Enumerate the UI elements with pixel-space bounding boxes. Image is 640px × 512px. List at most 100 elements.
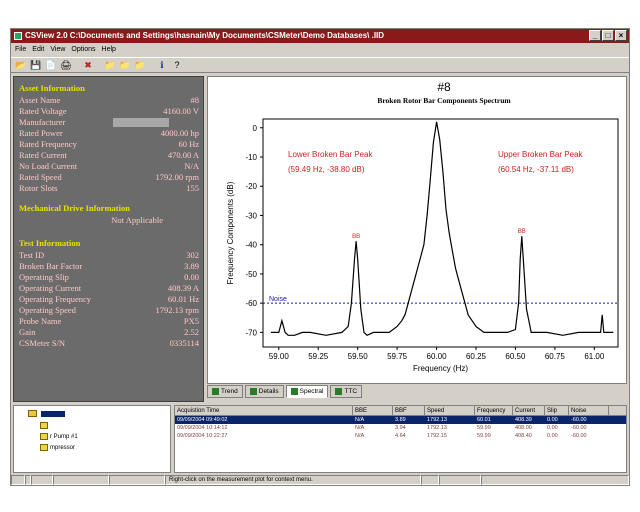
test-row: Broken Bar Factor 3.89 bbox=[14, 261, 203, 272]
help-icon[interactable]: ? bbox=[171, 59, 183, 71]
x-tick-label: 60.75 bbox=[545, 352, 566, 361]
tree-item[interactable] bbox=[40, 422, 50, 429]
asset-value: 1792.00 rpm bbox=[155, 172, 199, 182]
table-row[interactable]: 09/09/2004 10:14:12 N/A 3.94 1792.13 59.99 40… bbox=[175, 424, 626, 432]
x-tick-label: 59.00 bbox=[269, 352, 290, 361]
folder-purple-icon[interactable]: 📁 bbox=[119, 59, 131, 71]
x-tick-label: 59.50 bbox=[348, 352, 369, 361]
test-value: 408.39 A bbox=[167, 283, 199, 293]
asset-label: Rated Speed bbox=[19, 172, 62, 182]
asset-row: Rated Power 4000.00 hp bbox=[14, 128, 203, 139]
table-cell: 59.99 bbox=[477, 433, 491, 439]
test-value: 3.89 bbox=[184, 261, 199, 271]
tree-item[interactable]: mpressor bbox=[40, 444, 75, 451]
table-cell: 4.64 bbox=[395, 433, 406, 439]
spectrum-plot[interactable]: #8 Broken Rotor Bar Components Spectrum 0 -… bbox=[207, 76, 627, 384]
minimize-button[interactable]: _ bbox=[589, 30, 601, 41]
table-header: Acquistion Time BBE BBF Speed Frequency … bbox=[175, 406, 626, 416]
table-cell: 09/09/2004 10:14:12 bbox=[177, 425, 228, 431]
col-acquisition-time[interactable]: Acquistion Time bbox=[175, 406, 353, 415]
peak-annotation-label: Lower Broken Bar Peak bbox=[288, 150, 373, 159]
window-title: CSView 2.0 C:\Documents and Settings\has… bbox=[25, 31, 385, 40]
manufacturer-value-box bbox=[113, 118, 169, 127]
table-cell: 0.00 bbox=[547, 425, 558, 431]
y-tick-label: -10 bbox=[245, 153, 257, 162]
asset-row: Rated Voltage 4160.00 V bbox=[14, 106, 203, 117]
x-tick-label: 60.00 bbox=[427, 352, 448, 361]
test-row: Operating Frequency 60.01 Hz bbox=[14, 294, 203, 305]
x-tick-label: 60.25 bbox=[466, 352, 487, 361]
spectrum-chart[interactable]: #8 Broken Rotor Bar Components Spectrum 0 -… bbox=[208, 77, 628, 385]
noise-label: Noise bbox=[269, 296, 287, 303]
info-icon[interactable]: ℹ bbox=[156, 59, 168, 71]
col-bbe[interactable]: BBE bbox=[353, 406, 393, 415]
test-label: Gain bbox=[19, 327, 36, 337]
y-tick-label: -30 bbox=[245, 211, 257, 220]
col-slip[interactable]: Slip bbox=[545, 406, 569, 415]
spectral-icon bbox=[290, 388, 298, 395]
col-frequency[interactable]: Frequency bbox=[475, 406, 513, 415]
col-noise[interactable]: Noise bbox=[569, 406, 609, 415]
menu-help[interactable]: Help bbox=[102, 44, 116, 56]
asset-label: Rated Frequency bbox=[19, 139, 77, 149]
table-cell: 408.40 bbox=[515, 433, 532, 439]
tab-spectral[interactable]: Spectral bbox=[285, 385, 329, 398]
tree-root[interactable] bbox=[28, 410, 65, 417]
menu-file[interactable]: File bbox=[15, 44, 26, 56]
delete-icon[interactable]: ✖ bbox=[82, 59, 94, 71]
tree-item[interactable]: r Pump #1 bbox=[40, 433, 78, 440]
table-cell: 0.00 bbox=[547, 417, 558, 423]
test-row: Gain 2.52 bbox=[14, 327, 203, 338]
col-speed[interactable]: Speed bbox=[425, 406, 475, 415]
col-current[interactable]: Current bbox=[513, 406, 545, 415]
tab-details[interactable]: Details bbox=[244, 385, 284, 398]
table-row[interactable]: 09/09/2004 09:49:02 N/A 3.89 1792.13 60.01 40… bbox=[175, 416, 626, 424]
motor-icon bbox=[40, 444, 48, 451]
peak-annotation-detail: (59.49 Hz, -38.80 dB) bbox=[288, 165, 365, 174]
asset-value: N/A bbox=[184, 161, 199, 171]
test-row: Operating Slip 0.00 bbox=[14, 272, 203, 283]
info-panel: Asset Information Asset Name #8 Rated Volt… bbox=[13, 76, 204, 402]
copy-icon[interactable]: 📄 bbox=[45, 59, 57, 71]
x-tick-label: 59.75 bbox=[387, 352, 408, 361]
folder-dark-icon[interactable]: 📁 bbox=[134, 59, 146, 71]
tab-ttc[interactable]: TTC bbox=[330, 385, 363, 398]
close-button[interactable]: × bbox=[615, 30, 627, 41]
asset-label: Rated Power bbox=[19, 128, 63, 138]
menu-options[interactable]: Options bbox=[71, 44, 95, 56]
table-cell: 3.94 bbox=[395, 425, 406, 431]
test-value: 60.01 Hz bbox=[167, 294, 199, 304]
asset-row: Manufacturer bbox=[14, 117, 203, 128]
test-value: 302 bbox=[186, 250, 199, 260]
asset-row: Rated Frequency 60 Hz bbox=[14, 139, 203, 150]
table-cell: 408.00 bbox=[515, 425, 532, 431]
table-cell: 1792.13 bbox=[427, 425, 447, 431]
save-icon[interactable]: 💾 bbox=[30, 59, 42, 71]
table-row[interactable]: 09/09/2004 10:22:27 N/A 4.64 1792.15 59.99 40… bbox=[175, 432, 626, 440]
chart-subtitle: Broken Rotor Bar Components Spectrum bbox=[377, 96, 511, 105]
col-bbf[interactable]: BBF bbox=[393, 406, 425, 415]
y-tick-label: -70 bbox=[245, 328, 257, 337]
motor-icon bbox=[40, 422, 48, 429]
menu-edit[interactable]: Edit bbox=[32, 44, 44, 56]
tree-selected-label bbox=[41, 410, 65, 417]
asset-label: Manufacturer bbox=[19, 117, 66, 127]
maximize-button[interactable]: □ bbox=[602, 30, 614, 41]
test-row: Operating Speed 1792.13 rpm bbox=[14, 305, 203, 316]
print-icon[interactable]: 🖨 bbox=[60, 59, 72, 71]
test-row: CSMeter S/N 0335114 bbox=[14, 338, 203, 349]
test-value: 2.52 bbox=[184, 327, 199, 337]
drive-value: Not Applicable bbox=[111, 215, 163, 225]
asset-row: Rotor Slots 155 bbox=[14, 183, 203, 194]
y-tick-label: -60 bbox=[245, 299, 257, 308]
x-axis-label: Frequency (Hz) bbox=[413, 364, 468, 373]
peak-marker-label: BB bbox=[352, 234, 360, 240]
test-label: Operating Current bbox=[19, 283, 82, 293]
test-row: Test ID 302 bbox=[14, 250, 203, 261]
folder-yellow-icon[interactable]: 📁 bbox=[104, 59, 116, 71]
tab-trend[interactable]: Trend bbox=[207, 385, 243, 398]
test-row: Probe Name PX5 bbox=[14, 316, 203, 327]
asset-label: Rated Current bbox=[19, 150, 67, 160]
open-folder-icon[interactable]: 📂 bbox=[15, 59, 27, 71]
menu-view[interactable]: View bbox=[50, 44, 65, 56]
